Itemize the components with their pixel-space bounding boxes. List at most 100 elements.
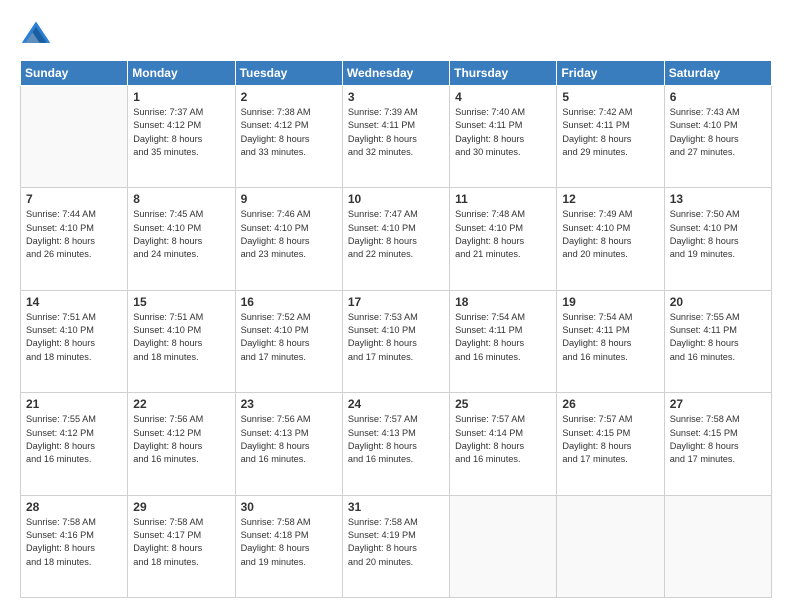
day-number: 7 <box>26 192 122 206</box>
day-cell <box>21 86 128 188</box>
day-cell: 31 Sunrise: 7:58 AM Sunset: 4:19 PM Dayli… <box>342 495 449 597</box>
day-info: Sunrise: 7:50 AM Sunset: 4:10 PM Dayligh… <box>670 208 766 261</box>
day-info: Sunrise: 7:56 AM Sunset: 4:12 PM Dayligh… <box>133 413 229 466</box>
day-cell: 1 Sunrise: 7:37 AM Sunset: 4:12 PM Daylig… <box>128 86 235 188</box>
day-number: 29 <box>133 500 229 514</box>
day-info: Sunrise: 7:54 AM Sunset: 4:11 PM Dayligh… <box>562 311 658 364</box>
calendar-table: SundayMondayTuesdayWednesdayThursdayFrid… <box>20 60 772 598</box>
day-cell: 24 Sunrise: 7:57 AM Sunset: 4:13 PM Dayli… <box>342 393 449 495</box>
day-number: 28 <box>26 500 122 514</box>
day-cell: 27 Sunrise: 7:58 AM Sunset: 4:15 PM Dayli… <box>664 393 771 495</box>
day-cell <box>664 495 771 597</box>
day-number: 10 <box>348 192 444 206</box>
day-number: 21 <box>26 397 122 411</box>
day-cell: 11 Sunrise: 7:48 AM Sunset: 4:10 PM Dayli… <box>450 188 557 290</box>
day-info: Sunrise: 7:58 AM Sunset: 4:16 PM Dayligh… <box>26 516 122 569</box>
weekday-monday: Monday <box>128 61 235 86</box>
week-row-3: 14 Sunrise: 7:51 AM Sunset: 4:10 PM Dayli… <box>21 290 772 392</box>
logo <box>20 18 56 50</box>
day-number: 11 <box>455 192 551 206</box>
weekday-sunday: Sunday <box>21 61 128 86</box>
day-number: 9 <box>241 192 337 206</box>
day-info: Sunrise: 7:44 AM Sunset: 4:10 PM Dayligh… <box>26 208 122 261</box>
day-info: Sunrise: 7:57 AM Sunset: 4:13 PM Dayligh… <box>348 413 444 466</box>
day-info: Sunrise: 7:49 AM Sunset: 4:10 PM Dayligh… <box>562 208 658 261</box>
day-info: Sunrise: 7:54 AM Sunset: 4:11 PM Dayligh… <box>455 311 551 364</box>
day-info: Sunrise: 7:58 AM Sunset: 4:19 PM Dayligh… <box>348 516 444 569</box>
day-cell: 15 Sunrise: 7:51 AM Sunset: 4:10 PM Dayli… <box>128 290 235 392</box>
day-cell: 3 Sunrise: 7:39 AM Sunset: 4:11 PM Daylig… <box>342 86 449 188</box>
day-number: 16 <box>241 295 337 309</box>
weekday-tuesday: Tuesday <box>235 61 342 86</box>
week-row-4: 21Sunrise: 7:55 AM Sunset: 4:12 PM Dayli… <box>21 393 772 495</box>
day-info: Sunrise: 7:51 AM Sunset: 4:10 PM Dayligh… <box>133 311 229 364</box>
day-cell: 20Sunrise: 7:55 AM Sunset: 4:11 PM Dayli… <box>664 290 771 392</box>
day-cell <box>450 495 557 597</box>
day-number: 23 <box>241 397 337 411</box>
day-number: 1 <box>133 90 229 104</box>
day-number: 18 <box>455 295 551 309</box>
page: SundayMondayTuesdayWednesdayThursdayFrid… <box>0 0 792 612</box>
day-number: 25 <box>455 397 551 411</box>
day-info: Sunrise: 7:43 AM Sunset: 4:10 PM Dayligh… <box>670 106 766 159</box>
day-info: Sunrise: 7:57 AM Sunset: 4:15 PM Dayligh… <box>562 413 658 466</box>
day-number: 14 <box>26 295 122 309</box>
day-info: Sunrise: 7:48 AM Sunset: 4:10 PM Dayligh… <box>455 208 551 261</box>
day-info: Sunrise: 7:38 AM Sunset: 4:12 PM Dayligh… <box>241 106 337 159</box>
day-number: 26 <box>562 397 658 411</box>
day-info: Sunrise: 7:56 AM Sunset: 4:13 PM Dayligh… <box>241 413 337 466</box>
week-row-1: 1 Sunrise: 7:37 AM Sunset: 4:12 PM Daylig… <box>21 86 772 188</box>
day-cell: 7 Sunrise: 7:44 AM Sunset: 4:10 PM Daylig… <box>21 188 128 290</box>
day-cell: 22 Sunrise: 7:56 AM Sunset: 4:12 PM Dayli… <box>128 393 235 495</box>
day-cell: 14 Sunrise: 7:51 AM Sunset: 4:10 PM Dayli… <box>21 290 128 392</box>
day-cell: 8Sunrise: 7:45 AM Sunset: 4:10 PM Daylig… <box>128 188 235 290</box>
day-info: Sunrise: 7:58 AM Sunset: 4:18 PM Dayligh… <box>241 516 337 569</box>
day-cell: 25 Sunrise: 7:57 AM Sunset: 4:14 PM Dayli… <box>450 393 557 495</box>
day-info: Sunrise: 7:55 AM Sunset: 4:11 PM Dayligh… <box>670 311 766 364</box>
day-number: 2 <box>241 90 337 104</box>
day-info: Sunrise: 7:58 AM Sunset: 4:15 PM Dayligh… <box>670 413 766 466</box>
day-number: 27 <box>670 397 766 411</box>
weekday-wednesday: Wednesday <box>342 61 449 86</box>
day-cell: 30 Sunrise: 7:58 AM Sunset: 4:18 PM Dayli… <box>235 495 342 597</box>
day-info: Sunrise: 7:53 AM Sunset: 4:10 PM Dayligh… <box>348 311 444 364</box>
day-cell: 9 Sunrise: 7:46 AM Sunset: 4:10 PM Daylig… <box>235 188 342 290</box>
day-cell: 26 Sunrise: 7:57 AM Sunset: 4:15 PM Dayli… <box>557 393 664 495</box>
day-cell: 6 Sunrise: 7:43 AM Sunset: 4:10 PM Daylig… <box>664 86 771 188</box>
day-cell: 2 Sunrise: 7:38 AM Sunset: 4:12 PM Daylig… <box>235 86 342 188</box>
day-cell: 21Sunrise: 7:55 AM Sunset: 4:12 PM Dayli… <box>21 393 128 495</box>
day-number: 6 <box>670 90 766 104</box>
day-number: 5 <box>562 90 658 104</box>
day-info: Sunrise: 7:46 AM Sunset: 4:10 PM Dayligh… <box>241 208 337 261</box>
day-info: Sunrise: 7:39 AM Sunset: 4:11 PM Dayligh… <box>348 106 444 159</box>
day-number: 19 <box>562 295 658 309</box>
day-info: Sunrise: 7:57 AM Sunset: 4:14 PM Dayligh… <box>455 413 551 466</box>
day-number: 4 <box>455 90 551 104</box>
day-info: Sunrise: 7:58 AM Sunset: 4:17 PM Dayligh… <box>133 516 229 569</box>
day-cell: 4 Sunrise: 7:40 AM Sunset: 4:11 PM Daylig… <box>450 86 557 188</box>
week-row-5: 28 Sunrise: 7:58 AM Sunset: 4:16 PM Dayli… <box>21 495 772 597</box>
day-info: Sunrise: 7:37 AM Sunset: 4:12 PM Dayligh… <box>133 106 229 159</box>
weekday-friday: Friday <box>557 61 664 86</box>
weekday-thursday: Thursday <box>450 61 557 86</box>
day-number: 3 <box>348 90 444 104</box>
day-number: 13 <box>670 192 766 206</box>
day-cell: 10Sunrise: 7:47 AM Sunset: 4:10 PM Dayli… <box>342 188 449 290</box>
day-info: Sunrise: 7:51 AM Sunset: 4:10 PM Dayligh… <box>26 311 122 364</box>
day-cell: 23 Sunrise: 7:56 AM Sunset: 4:13 PM Dayli… <box>235 393 342 495</box>
header <box>20 18 772 50</box>
day-cell: 29 Sunrise: 7:58 AM Sunset: 4:17 PM Dayli… <box>128 495 235 597</box>
day-cell: 12Sunrise: 7:49 AM Sunset: 4:10 PM Dayli… <box>557 188 664 290</box>
day-number: 22 <box>133 397 229 411</box>
weekday-header-row: SundayMondayTuesdayWednesdayThursdayFrid… <box>21 61 772 86</box>
day-number: 31 <box>348 500 444 514</box>
day-cell: 17Sunrise: 7:53 AM Sunset: 4:10 PM Dayli… <box>342 290 449 392</box>
day-number: 24 <box>348 397 444 411</box>
day-cell <box>557 495 664 597</box>
day-number: 15 <box>133 295 229 309</box>
day-number: 30 <box>241 500 337 514</box>
day-info: Sunrise: 7:40 AM Sunset: 4:11 PM Dayligh… <box>455 106 551 159</box>
week-row-2: 7 Sunrise: 7:44 AM Sunset: 4:10 PM Daylig… <box>21 188 772 290</box>
day-cell: 5 Sunrise: 7:42 AM Sunset: 4:11 PM Daylig… <box>557 86 664 188</box>
day-info: Sunrise: 7:42 AM Sunset: 4:11 PM Dayligh… <box>562 106 658 159</box>
